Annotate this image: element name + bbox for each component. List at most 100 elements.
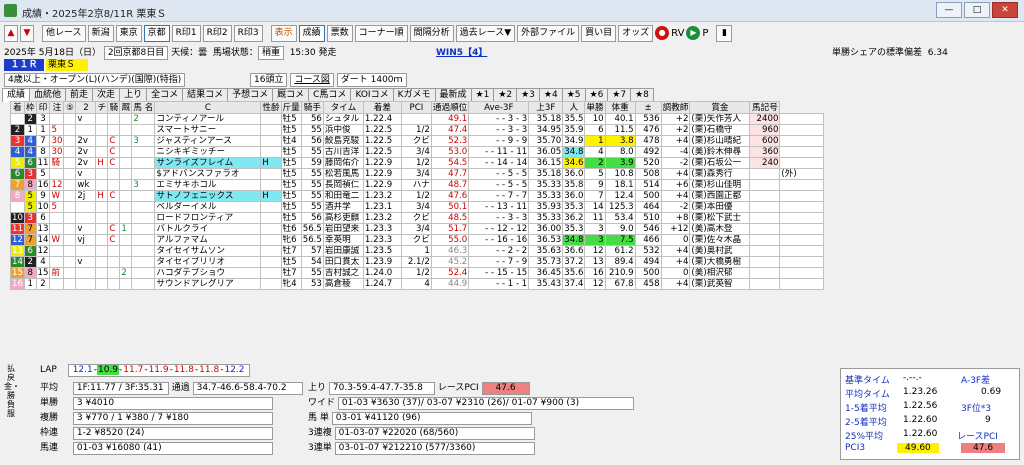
column-header[interactable]: 賞金 <box>689 101 751 114</box>
results-button[interactable]: 成績 <box>298 24 325 42</box>
cell-name[interactable]: コンティノアール <box>154 113 262 125</box>
cell-name[interactable]: サトノフェニックス <box>154 190 262 202</box>
table-row[interactable]: 13 6 12 タイセイサムソン 牡7 57 岩田康誠 1.23.5 1 46.3- - 2 - … <box>10 245 825 257</box>
odds-button[interactable]: オッズ <box>618 24 654 42</box>
column-header[interactable]: PCI <box>400 101 432 114</box>
column-header[interactable]: 調教師 <box>660 101 691 114</box>
win5-link[interactable]: WIN5【4】 <box>436 45 487 58</box>
tab-20[interactable]: ★8 <box>630 88 654 102</box>
tab-13[interactable]: ★1 <box>470 88 495 102</box>
column-header[interactable]: 斤量 <box>280 101 302 114</box>
cell-name[interactable]: ニシキギミッチー <box>154 146 262 158</box>
column-header[interactable]: Ave-3F <box>468 101 530 114</box>
tab-6[interactable]: 結果コメ <box>182 88 229 102</box>
cell-name[interactable]: ハコダテブショウ <box>154 267 262 279</box>
table-row[interactable]: 12 7 14 Wvj C アルファマム 牝6 56.5 幸英明 1.23.3 クビ 55.0- - … <box>10 234 825 246</box>
column-header[interactable]: チ <box>95 101 109 114</box>
column-header[interactable]: 体重 <box>604 101 636 114</box>
table-row[interactable]: 9 5 10 5 ベルダーイメル 牡5 55 酒井学 1.23.1 3/4 50.1- - 13 -… <box>10 201 825 213</box>
cell-name[interactable]: ジャスティンアース <box>154 135 262 147</box>
column-header[interactable]: 上3F <box>528 101 564 114</box>
table-row[interactable]: 2 1 1 5 スマートサニー 牡5 55 浜中俊 1.22.5 1/2 47.4- - 3 - 3… <box>10 124 825 136</box>
cell-name[interactable]: タイセイサムソン <box>154 245 262 257</box>
column-header[interactable]: 着 <box>10 101 25 114</box>
tab-7[interactable]: 予想コメ <box>227 88 274 102</box>
column-header[interactable]: ± <box>634 101 662 114</box>
tab-5[interactable]: 全コメ <box>146 88 184 102</box>
cell-name[interactable]: $アドバンスファラオ <box>154 168 262 180</box>
rmark2-button[interactable]: R印2 <box>202 24 232 42</box>
maximize-button[interactable]: □ <box>964 2 990 18</box>
track-tokyo-button[interactable]: 東京 <box>115 24 142 42</box>
track-kyoto-button[interactable]: 京都 <box>143 24 170 42</box>
column-header[interactable]: 厩 <box>119 101 133 114</box>
cell-name[interactable]: アルファマム <box>154 234 262 246</box>
tab-2[interactable]: 前走 <box>65 88 94 102</box>
cell-name[interactable]: ベルダーイメル <box>154 201 262 213</box>
table-row[interactable]: 4 4 8 30 2v C ニシキギミッチー 牡5 55 古川吉洋 1.22.5 3/4 53.0- -… <box>10 146 825 158</box>
column-header[interactable]: 注 <box>49 101 65 114</box>
column-header[interactable]: 着差 <box>362 101 402 114</box>
column-header[interactable]: 印 <box>35 101 51 114</box>
table-row[interactable]: 14 2 4 v タイセイブリリオ 牡5 54 田口貫太 1.23.9 2.1/2 45.2- - … <box>10 256 825 268</box>
table-row[interactable]: 7 8 16 12 wk 3 エミサキホコル 牡5 55 長岡禎仁 1.22.9 ハナ 48.7- - … <box>10 179 825 191</box>
record-icon[interactable]: ● <box>655 26 670 40</box>
column-header[interactable]: タイム <box>322 101 364 114</box>
column-header[interactable]: 通過順位 <box>430 101 470 114</box>
cell-name[interactable]: バトルクライ <box>154 223 262 235</box>
table-row[interactable]: 10 3 6 ロードフロンティア 牡5 56 高杉吏麒 1.23.2 クビ 48.5- - 3 -… <box>10 212 825 224</box>
bet-button[interactable]: 買い目 <box>581 24 617 42</box>
tab-9[interactable]: C馬コメ <box>308 88 352 102</box>
column-header[interactable]: 騎 <box>107 101 121 114</box>
table-row[interactable]: 16 1 2 サウンドアレグリア 牝4 53 高倉稜 1.24.7 4 44.9- - 1 - 1… <box>10 278 825 290</box>
minimize-button[interactable]: — <box>936 2 962 18</box>
table-row[interactable]: 11 7 13 v C 1 バトルクライ 牡6 56.5 岩田望来 1.23.3 3/4 51.7- -… <box>10 223 825 235</box>
jockey-silk-icon[interactable]: ▮ <box>716 24 733 42</box>
column-header[interactable]: 騎手 <box>300 101 324 114</box>
tab-0[interactable]: 成績 <box>2 88 31 102</box>
cell-name[interactable]: サウンドアレグリア <box>154 278 262 290</box>
column-header[interactable]: 2 <box>75 101 97 114</box>
p-label[interactable]: P <box>702 28 708 39</box>
column-header[interactable]: 単勝 <box>584 101 606 114</box>
display-button[interactable]: 表示 <box>270 24 297 42</box>
table-row[interactable]: 6 3 5 v $アドバンスファラオ 牡5 55 松若風馬 1.22.9 3/4 47.7- - 5… <box>10 168 825 180</box>
rv-label[interactable]: RV <box>671 28 684 39</box>
tab-8[interactable]: 厩コメ <box>272 88 310 102</box>
column-header[interactable]: 枠 <box>23 101 37 114</box>
column-header[interactable]: 人 <box>562 101 586 114</box>
close-button[interactable]: ✕ <box>992 2 1018 18</box>
external-file-button[interactable]: 外部ファイル <box>517 24 580 42</box>
rmark3-button[interactable]: R印3 <box>233 24 263 42</box>
interval-analysis-button[interactable]: 間隔分析 <box>409 24 454 42</box>
down-arrow-icon[interactable]: ▼ <box>20 24 34 42</box>
tab-18[interactable]: ★6 <box>584 88 609 102</box>
tab-16[interactable]: ★4 <box>538 88 563 102</box>
up-arrow-icon[interactable]: ▲ <box>4 24 18 42</box>
tab-14[interactable]: ★2 <box>493 88 518 102</box>
corner-order-button[interactable]: コーナー順 <box>354 24 408 42</box>
column-header[interactable]: C <box>154 101 262 114</box>
tab-19[interactable]: ★7 <box>607 88 632 102</box>
column-header[interactable]: 性齢 <box>260 101 282 114</box>
cell-name[interactable]: エミサキホコル <box>154 179 262 191</box>
table-row[interactable]: 15 8 15 前 2 ハコダテブショウ 牡7 55 吉村誠之 1.24.0 1/2 52.4- - … <box>10 267 825 279</box>
cell-name[interactable]: タイセイブリリオ <box>154 256 262 268</box>
other-race-button[interactable]: 他レース <box>42 24 86 42</box>
track-niigata-button[interactable]: 新潟 <box>87 24 114 42</box>
tab-10[interactable]: KOIコメ <box>350 88 394 102</box>
tab-1[interactable]: 血統他 <box>29 88 67 102</box>
rmark1-button[interactable]: R印1 <box>171 24 201 42</box>
tab-11[interactable]: Kガメモ <box>392 88 436 102</box>
cell-name[interactable]: ロードフロンティア <box>154 212 262 224</box>
table-row[interactable]: 5 6 11 騎 2v H C サンライズフレイム H 牡5 59 藤岡佑介 1.22.9 1/2 54.5… <box>10 157 825 169</box>
cell-name[interactable]: スマートサニー <box>154 124 262 136</box>
cell-name[interactable]: サンライズフレイム <box>154 157 262 169</box>
votes-button[interactable]: 票数 <box>326 24 353 42</box>
tab-4[interactable]: 上り <box>119 88 148 102</box>
column-header[interactable]: ⑤ <box>63 101 77 114</box>
course-map-button[interactable]: コース図 <box>290 73 334 87</box>
tab-17[interactable]: ★5 <box>561 88 586 102</box>
past-race-button[interactable]: 過去レース▼ <box>455 24 516 42</box>
table-row[interactable]: 1 2 3 v 2 コンティノアール 牡5 56 シュタル 1.22.4 49.1- - 3 - 3… <box>10 113 825 125</box>
